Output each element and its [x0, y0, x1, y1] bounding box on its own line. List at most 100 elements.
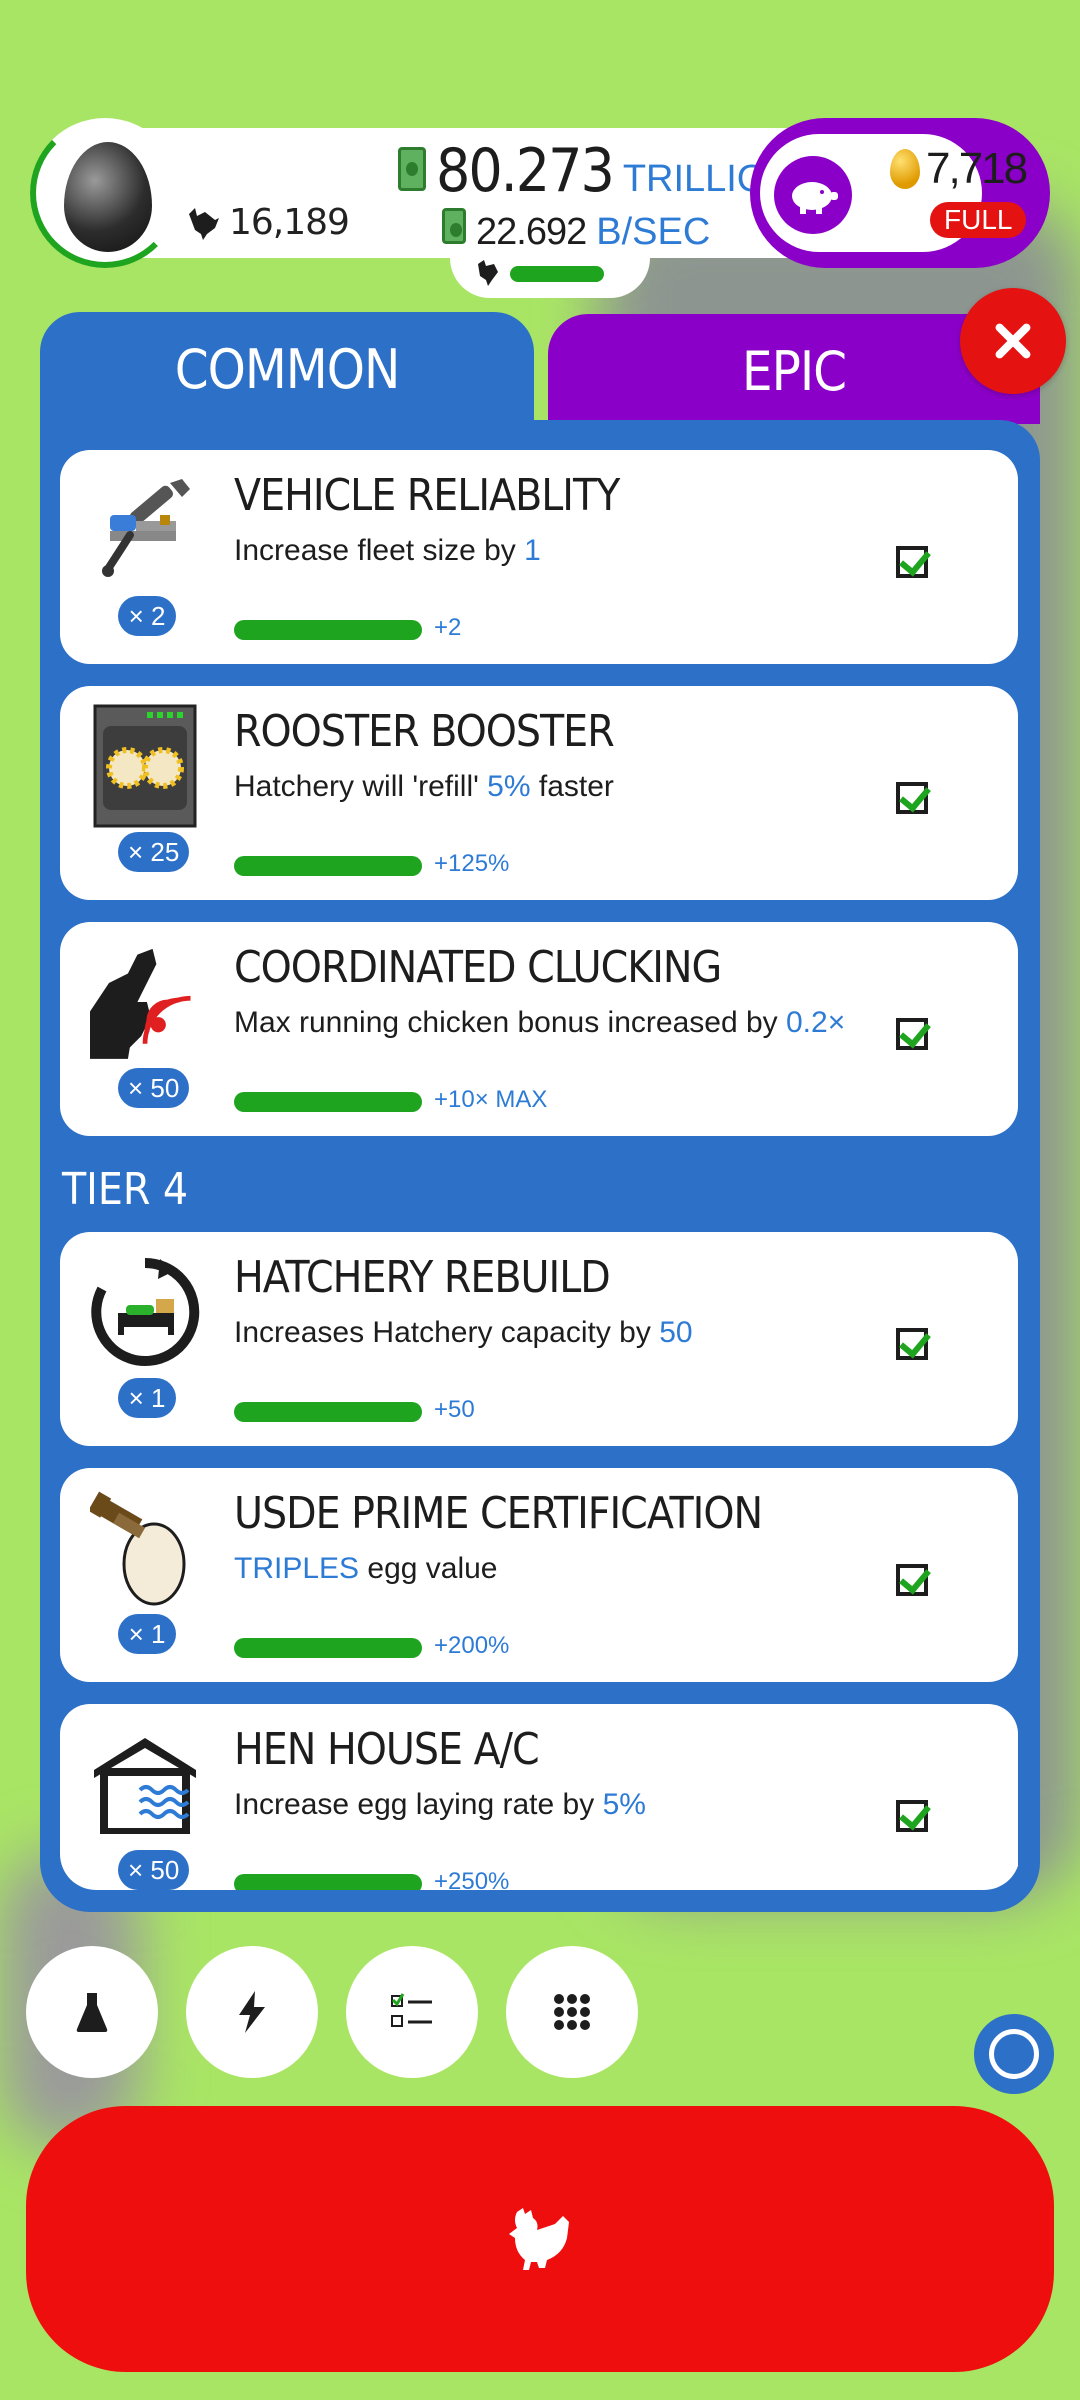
description-highlight: TRIPLES: [234, 1552, 360, 1585]
quantity-badge: × 25: [118, 832, 190, 872]
research-bonus: +200%: [434, 1632, 510, 1659]
research-card-hatchery-rebuild[interactable]: × 1 HATCHERY REBUILD Increases Hatchery …: [60, 1232, 1018, 1446]
research-progress-bar: [234, 1874, 422, 1890]
research-title: COORDINATED CLUCKING: [234, 942, 722, 993]
research-title: VEHICLE RELIABLITY: [234, 470, 620, 521]
research-bonus: +2: [434, 614, 462, 641]
golden-eggs-value: 7,718: [926, 144, 1028, 193]
description-highlight: 0.2×: [785, 1006, 846, 1039]
cash-icon: [442, 208, 466, 244]
house-ac-icon: [90, 1724, 200, 1844]
chicken-small-icon: [478, 260, 498, 286]
description-text: Increase fleet size by: [234, 534, 525, 567]
close-button[interactable]: [960, 288, 1066, 394]
research-card-coordinated-clucking[interactable]: × 50 COORDINATED CLUCKING Max running ch…: [60, 922, 1018, 1136]
chicken-icon: [509, 2208, 569, 2270]
grid-icon: [554, 1994, 590, 2030]
description-highlight: 5%: [487, 770, 531, 803]
research-description: Max running chicken bonus increased by 0…: [234, 1006, 845, 1040]
tab-common-label: COMMON: [174, 338, 401, 401]
research-bonus: +50: [434, 1396, 475, 1423]
research-description: Increase egg laying rate by 5%: [234, 1788, 646, 1822]
research-bonus: +125%: [434, 850, 510, 877]
piggy-bank-icon: [792, 182, 838, 214]
research-card-rooster-booster[interactable]: × 25 ROOSTER BOOSTER Hatchery will 'refi…: [60, 686, 1018, 900]
research-card-vehicle-reliability[interactable]: × 2 VEHICLE RELIABLITY Increase fleet si…: [60, 450, 1018, 664]
description-highlight: 50: [659, 1316, 693, 1349]
quantity-badge: × 50: [118, 1850, 190, 1890]
description-text: Increase egg laying rate by: [234, 1788, 603, 1821]
cash-icon: [398, 147, 426, 191]
flask-icon: [76, 1993, 108, 2032]
research-title: ROOSTER BOOSTER: [234, 706, 615, 757]
completed-checkbox: [896, 1018, 928, 1050]
earning-rate: 22.692 B/SEC: [442, 208, 710, 254]
research-description: Hatchery will 'refill' 5% faster: [234, 770, 614, 804]
chicken-count: 16,189: [185, 202, 350, 243]
description-text: Hatchery will 'refill': [234, 770, 488, 803]
quantity-badge: × 50: [118, 1068, 190, 1108]
hatch-chicken-button[interactable]: [26, 2106, 1054, 2372]
research-description: Increases Hatchery capacity by 50: [234, 1316, 693, 1350]
research-button[interactable]: [26, 1946, 158, 2078]
piggy-full-badge: FULL: [930, 202, 1027, 238]
completed-checkbox: [896, 1564, 928, 1596]
research-progress-bar: [234, 1092, 422, 1112]
hab-progress: [450, 256, 650, 298]
rate-unit: B/SEC: [596, 211, 711, 253]
golden-eggs: 7,718: [890, 144, 1028, 194]
research-bonus: +250%: [434, 1868, 510, 1890]
completed-checkbox: [896, 1800, 928, 1832]
stamp-egg-icon: [90, 1488, 200, 1608]
quantity-badge: × 1: [118, 1614, 176, 1654]
quantity-badge: × 1: [118, 1378, 176, 1418]
research-progress-bar: [234, 1638, 422, 1658]
completed-checkbox: [896, 782, 928, 814]
completed-checkbox: [896, 1328, 928, 1360]
description-highlight: 1: [524, 534, 541, 567]
description-text: Max running chicken bonus increased by: [234, 1006, 786, 1039]
completed-checkbox: [896, 546, 928, 578]
piggy-bank-button[interactable]: [774, 156, 852, 234]
chicken-count-value: 16,189: [229, 202, 350, 243]
missions-button[interactable]: [346, 1946, 478, 2078]
research-progress-bar: [234, 620, 422, 640]
egg-icon: [64, 142, 152, 252]
golden-egg-icon: [890, 149, 920, 189]
top-status-bar: 16,189 80.273 TRILLION 22.692 B/SEC 7,71…: [30, 118, 1050, 298]
money-value: 80.273: [436, 136, 615, 206]
lightning-icon: [239, 1991, 265, 2033]
hatchery-rebuild-icon: [90, 1252, 200, 1372]
piggy-bank-widget[interactable]: 7,718 FULL: [750, 118, 1050, 273]
tier-heading: TIER 4: [62, 1164, 189, 1215]
research-progress-bar: [234, 1402, 422, 1422]
hab-progress-bar: [510, 266, 604, 282]
research-description: Increase fleet size by 1: [234, 534, 541, 568]
description-text-end: egg value: [359, 1552, 498, 1585]
boosts-button[interactable]: [186, 1946, 318, 2078]
research-progress-bar: [234, 856, 422, 876]
chicken-icon: [189, 207, 219, 240]
research-title: HEN HOUSE A/C: [234, 1724, 540, 1775]
incubator-icon: [90, 704, 200, 828]
wrench-truck-icon: [90, 470, 200, 590]
description-text-end: faster: [530, 770, 614, 803]
description-highlight: 5%: [602, 1788, 646, 1821]
research-list[interactable]: × 2 VEHICLE RELIABLITY Increase fleet si…: [60, 450, 1020, 1890]
rate-value: 22.692: [476, 211, 587, 253]
description-text: Increases Hatchery capacity by: [234, 1316, 660, 1349]
current-egg-button[interactable]: [30, 118, 180, 268]
research-description: TRIPLES egg value: [234, 1552, 498, 1586]
menu-grid-button[interactable]: [506, 1946, 638, 2078]
quantity-badge: × 2: [118, 596, 176, 636]
ring-button[interactable]: [974, 2014, 1054, 2094]
checklist-icon: [391, 1993, 432, 2027]
research-title: USDE PRIME CERTIFICATION: [234, 1488, 763, 1539]
research-title: HATCHERY REBUILD: [234, 1252, 611, 1303]
chickens-signal-icon: [90, 942, 200, 1062]
research-card-usde-prime[interactable]: × 1 USDE PRIME CERTIFICATION TRIPLES egg…: [60, 1468, 1018, 1682]
research-card-hen-house-ac[interactable]: × 50 HEN HOUSE A/C Increase egg laying r…: [60, 1704, 1018, 1890]
research-bonus: +10× MAX: [434, 1086, 548, 1113]
money-display: 80.273 TRILLION: [398, 136, 794, 206]
tab-common[interactable]: COMMON: [40, 312, 534, 437]
